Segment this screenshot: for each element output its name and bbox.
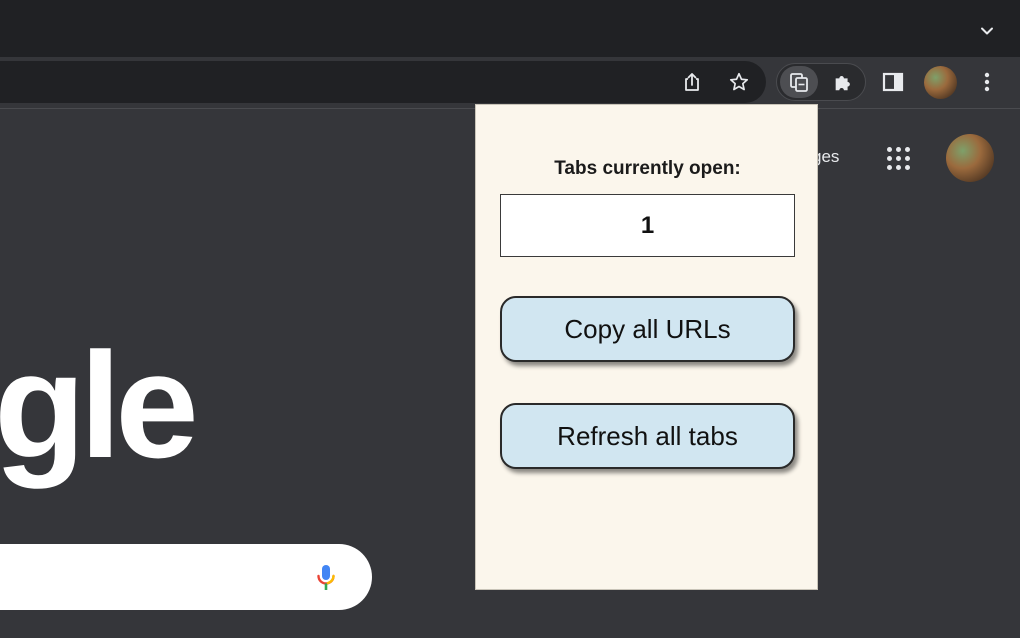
microphone-icon[interactable] (316, 564, 336, 592)
browser-toolbar (0, 57, 1020, 109)
bookmark-button[interactable] (722, 65, 756, 99)
tab-copy-extension-icon (788, 71, 810, 93)
profile-avatar[interactable] (924, 66, 957, 99)
chevron-down-icon (979, 23, 995, 39)
kebab-menu-icon (984, 71, 990, 93)
puzzle-icon (832, 71, 854, 93)
share-icon (681, 71, 703, 93)
tab-strip (0, 0, 1020, 57)
copy-all-urls-button[interactable]: Copy all URLs (500, 296, 795, 362)
extensions-group (776, 63, 866, 101)
search-box[interactable] (0, 544, 372, 610)
google-logo: gle (0, 330, 193, 480)
google-apps-icon[interactable] (884, 144, 914, 174)
extension-popup: Tabs currently open: 1 Copy all URLs Ref… (475, 104, 818, 590)
side-panel-button[interactable] (876, 65, 910, 99)
star-icon (728, 71, 750, 93)
share-button[interactable] (675, 65, 709, 99)
side-panel-icon (882, 71, 904, 93)
extensions-menu-button[interactable] (825, 66, 861, 98)
tabs-open-label: Tabs currently open: (476, 158, 819, 180)
account-avatar[interactable] (946, 134, 994, 182)
refresh-all-tabs-button[interactable]: Refresh all tabs (500, 403, 795, 469)
tab-search-button[interactable] (972, 16, 1002, 46)
tab-copy-extension-button[interactable] (780, 66, 818, 98)
chrome-menu-button[interactable] (970, 65, 1004, 99)
address-bar[interactable] (0, 61, 766, 103)
tab-count-display: 1 (500, 194, 795, 257)
